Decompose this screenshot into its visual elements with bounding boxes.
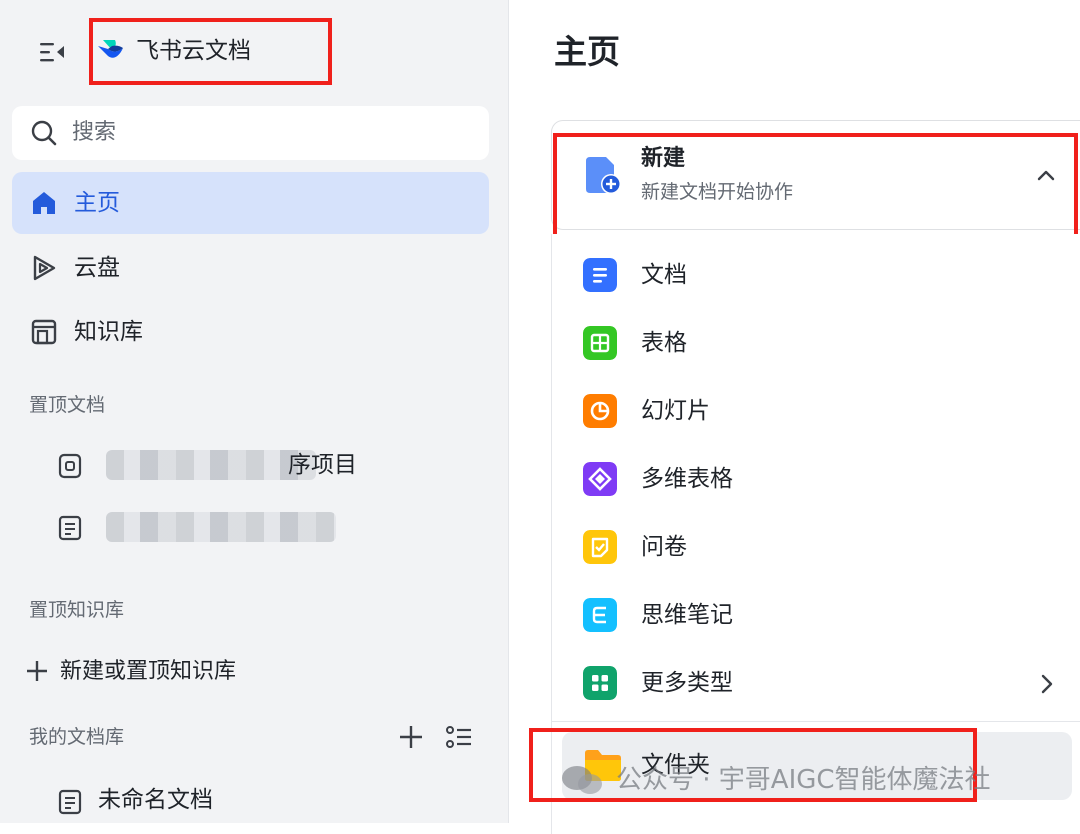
pinned-doc-item[interactable]: 序项目 [12, 438, 489, 494]
search-placeholder: 搜索 [72, 120, 117, 145]
create-mindnote-item[interactable]: 思维笔记 [552, 582, 1080, 650]
menu-item-label: 更多类型 [641, 670, 733, 696]
sidebar-item-label: 云盘 [74, 255, 120, 281]
search-icon [31, 120, 57, 146]
sidebar-item-cloud-drive[interactable]: 云盘 [12, 237, 489, 299]
pinned-docs-header: 置顶文档 [29, 394, 106, 416]
feishu-logo-icon [98, 40, 123, 58]
menu-item-label: 幻灯片 [641, 398, 710, 424]
menu-item-label: 思维笔记 [641, 602, 733, 628]
plus-icon [27, 661, 47, 681]
create-slides-item[interactable]: 幻灯片 [552, 378, 1080, 446]
doc-icon [58, 789, 82, 815]
add-doc-icon[interactable] [396, 722, 426, 752]
sidebar: 飞书云文档 搜索 主页 云盘 知识库 置顶文档 序项目 置顶知识库 新建或置顶知… [0, 0, 509, 823]
mindnote-type-icon [583, 598, 617, 632]
menu-item-label: 表格 [641, 330, 687, 356]
survey-type-icon [583, 530, 617, 564]
redacted-title [106, 450, 316, 480]
page-title: 主页 [554, 32, 620, 71]
redacted-title [106, 512, 336, 542]
create-bitable-item[interactable]: 多维表格 [552, 446, 1080, 514]
new-doc-icon [586, 157, 621, 194]
menu-item-label: 问卷 [641, 534, 687, 560]
doc-type-icon [583, 258, 617, 292]
menu-item-label: 多维表格 [641, 466, 733, 492]
pinned-doc-item[interactable] [12, 500, 489, 556]
sheet-type-icon [583, 326, 617, 360]
main-content: 主页 新建 新建文档开始协作 文档 表格 幻灯片 多维表格 问卷 思维笔记 更多… [509, 0, 1080, 834]
wechat-icon [562, 766, 602, 794]
sidebar-item-label: 主页 [74, 190, 120, 216]
doc-icon [58, 515, 82, 541]
my-library-header: 我的文档库 [29, 726, 125, 748]
menu-divider [552, 721, 1080, 722]
more-types-icon [583, 666, 617, 700]
project-doc-icon [58, 453, 82, 479]
collapse-sidebar-icon[interactable] [38, 40, 66, 64]
menu-item-label: 文档 [641, 262, 687, 288]
add-knowledge-base-button[interactable]: 新建或置顶知识库 [24, 654, 444, 694]
sidebar-item-label: 知识库 [74, 319, 143, 345]
home-icon [33, 192, 55, 214]
new-document-card[interactable]: 新建 新建文档开始协作 [551, 120, 1080, 230]
pinned-doc-label: 序项目 [288, 452, 357, 478]
create-doc-item[interactable]: 文档 [552, 242, 1080, 310]
library-doc-item[interactable]: 未命名文档 [12, 776, 489, 824]
watermark: 公众号 · 宇哥AIGC智能体魔法社 [560, 760, 1060, 800]
pinned-kb-header: 置顶知识库 [29, 599, 125, 621]
create-more-types-item[interactable]: 更多类型 [552, 650, 1080, 718]
sidebar-item-knowledge-base[interactable]: 知识库 [12, 301, 489, 363]
library-doc-label: 未命名文档 [98, 787, 213, 813]
create-type-menu: 文档 表格 幻灯片 多维表格 问卷 思维笔记 更多类型 文件夹 [551, 234, 1080, 834]
new-card-subtitle: 新建文档开始协作 [641, 181, 794, 203]
create-sheet-item[interactable]: 表格 [552, 310, 1080, 378]
knowledge-base-icon [31, 319, 57, 345]
sidebar-item-home[interactable]: 主页 [12, 172, 489, 234]
app-title: 飞书云文档 [136, 38, 251, 64]
create-survey-item[interactable]: 问卷 [552, 514, 1080, 582]
list-view-icon[interactable] [443, 722, 473, 752]
cloud-drive-icon [33, 255, 56, 281]
add-kb-label: 新建或置顶知识库 [60, 659, 237, 684]
chevron-right-icon [1041, 674, 1053, 694]
chevron-up-icon[interactable] [1032, 161, 1060, 189]
search-input[interactable]: 搜索 [12, 106, 489, 160]
bitable-type-icon [583, 462, 617, 496]
new-card-title: 新建 [641, 146, 686, 171]
watermark-text: 公众号 · 宇哥AIGC智能体魔法社 [616, 765, 991, 795]
slides-type-icon [583, 394, 617, 428]
